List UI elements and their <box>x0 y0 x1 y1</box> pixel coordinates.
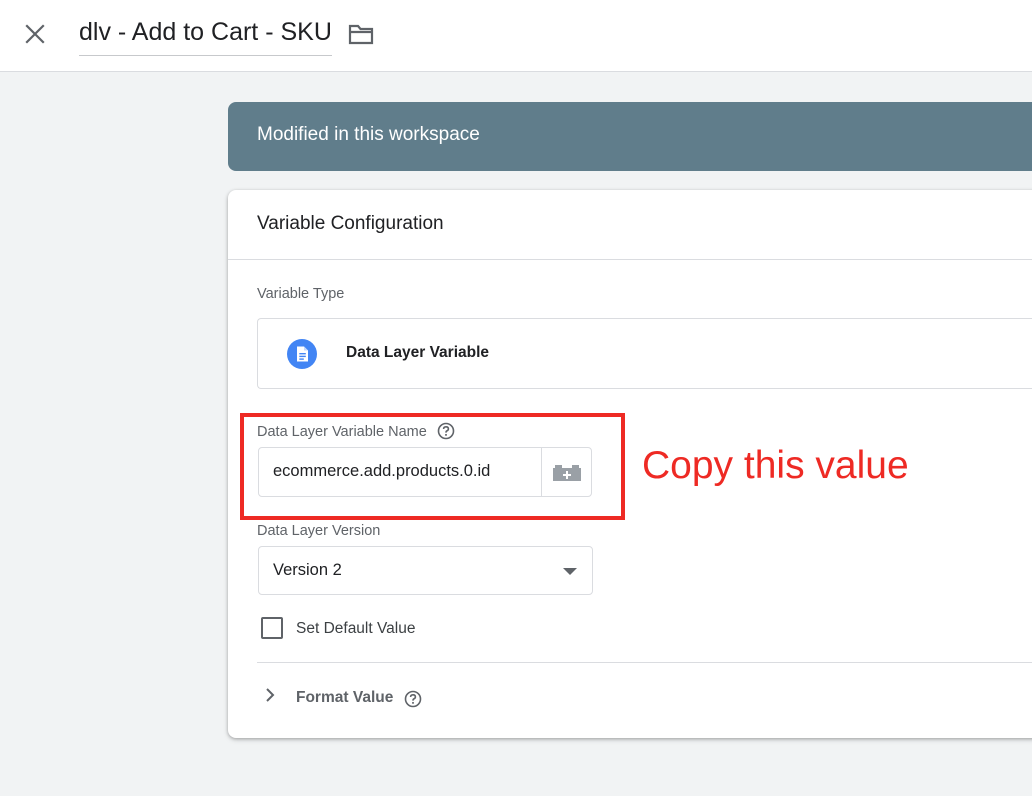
version-selected-value: Version 2 <box>273 561 342 579</box>
folder-icon <box>348 24 374 45</box>
close-button[interactable] <box>20 19 50 49</box>
variable-name-input-box <box>258 447 592 497</box>
variable-name-input[interactable] <box>273 462 533 481</box>
variable-name-label: Data Layer Variable Name <box>257 424 427 440</box>
dropdown-arrow-icon <box>563 568 577 575</box>
banner-text: Modified in this workspace <box>257 124 480 145</box>
folder-button[interactable] <box>346 20 376 48</box>
variable-type-value: Data Layer Variable <box>346 344 490 361</box>
chevron-right-icon <box>266 688 275 702</box>
format-value-toggle[interactable]: Format Value <box>264 684 464 712</box>
version-label: Data Layer Version <box>257 523 381 539</box>
card-header: Variable Configuration <box>228 190 1032 260</box>
version-select[interactable]: Version 2 <box>258 546 593 595</box>
format-value-label: Format Value <box>296 689 394 706</box>
section-divider <box>257 662 1032 663</box>
help-icon[interactable] <box>404 690 422 708</box>
document-icon <box>287 339 317 369</box>
card-title: Variable Configuration <box>257 213 444 234</box>
variable-name-title-field[interactable]: dlv - Add to Cart - SKU <box>79 14 332 56</box>
close-icon <box>25 24 45 44</box>
variable-type-selector[interactable]: Data Layer Variable <box>257 318 1032 389</box>
set-default-value-checkbox[interactable] <box>261 617 283 639</box>
insert-variable-button[interactable] <box>542 448 592 496</box>
variable-type-label: Variable Type <box>257 286 345 302</box>
top-bar: dlv - Add to Cart - SKU <box>0 0 1032 72</box>
annotation-text: Copy this value <box>642 444 909 487</box>
help-icon[interactable] <box>437 422 455 440</box>
workspace-status-banner: Modified in this workspace <box>228 102 1032 171</box>
variable-configuration-card: Variable Configuration Variable Type Dat… <box>228 190 1032 738</box>
variable-name-label-row: Data Layer Variable Name <box>257 422 455 440</box>
variable-picker-icon <box>553 465 581 481</box>
page-title[interactable]: dlv - Add to Cart - SKU <box>79 18 332 47</box>
set-default-value-label[interactable]: Set Default Value <box>296 620 415 638</box>
